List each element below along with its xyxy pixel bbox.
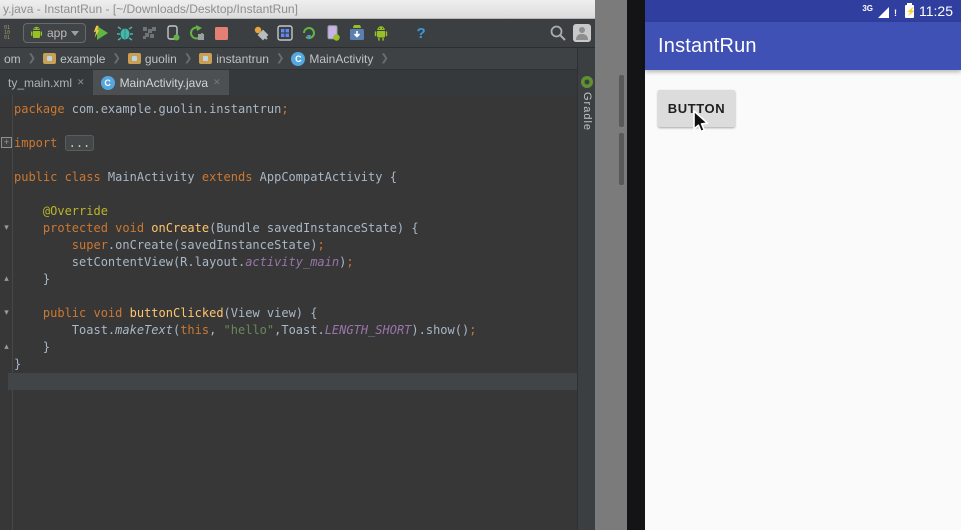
code-line: import ...	[14, 135, 575, 152]
attach-debugger-icon[interactable]	[164, 24, 182, 42]
code-area: package com.example.guolin.instantrun; im…	[8, 101, 589, 390]
fold-marker-icon[interactable]: ▴	[1, 273, 12, 284]
mouse-cursor-icon	[692, 110, 710, 134]
network-type-label: 3G	[862, 3, 873, 13]
project-structure-icon[interactable]	[252, 24, 270, 42]
code-line: package com.example.guolin.instantrun;	[14, 102, 289, 116]
gradle-icon	[581, 76, 593, 88]
sdk-manager-icon[interactable]	[348, 24, 366, 42]
class-icon: C	[100, 75, 115, 90]
code-line: protected void onCreate(Bundle savedInst…	[42, 221, 419, 235]
code-line: @Override	[42, 204, 108, 218]
emulator-bezel	[627, 0, 645, 530]
screen: y.java - InstantRun - [~/Downloads/Deskt…	[0, 0, 961, 530]
app-title: InstantRun	[658, 34, 757, 57]
run-with-coverage-icon[interactable]	[140, 24, 158, 42]
breadcrumb-item-instantrun[interactable]: instantrun	[197, 52, 271, 66]
breadcrumb-separator: ❯	[275, 53, 285, 64]
close-icon[interactable]: ✕	[213, 77, 221, 88]
status-bar-clock: 11:25	[919, 3, 953, 19]
code-line: Toast.makeText(this, "hello",Toast.LENGT…	[14, 323, 477, 337]
battery-icon: ⚡	[905, 2, 916, 18]
user-avatar-icon[interactable]	[573, 24, 591, 42]
gradle-tool-window-button[interactable]: Gradle	[578, 76, 596, 131]
window-title: y.java - InstantRun - [~/Downloads/Deskt…	[3, 2, 298, 16]
app-action-bar: InstantRun	[645, 22, 961, 70]
rerun-button[interactable]	[188, 24, 206, 42]
code-line: }	[14, 357, 22, 371]
run-configuration-select[interactable]: app	[23, 23, 87, 43]
signal-alert-icon: !	[894, 8, 897, 18]
run-button[interactable]	[92, 24, 110, 42]
android-device-monitor-icon[interactable]	[276, 24, 294, 42]
breadcrumb-item-mainactivity[interactable]: C MainActivity	[289, 51, 375, 66]
volume-up-button[interactable]	[619, 75, 624, 127]
help-icon[interactable]: ?	[412, 24, 430, 42]
tool-window-strip: Gradle	[577, 48, 595, 530]
window-titlebar: y.java - InstantRun - [~/Downloads/Deskt…	[0, 0, 595, 19]
breadcrumb-item-example[interactable]: example	[41, 52, 107, 66]
fold-marker-icon[interactable]: ▾	[1, 307, 12, 318]
package-icon	[127, 53, 141, 64]
android-emulator-screen: 3G ! ⚡ 11:25 InstantRun BUTTON	[645, 0, 961, 530]
breadcrumb-separator: ❯	[183, 53, 193, 64]
android-studio-window: y.java - InstantRun - [~/Downloads/Deskt…	[0, 0, 595, 530]
code-line	[8, 373, 589, 390]
stop-button[interactable]	[212, 24, 230, 42]
editor-gutter: + ▾ ▴ ▾ ▴	[0, 95, 13, 530]
code-line: public class MainActivity extends AppCom…	[14, 170, 397, 184]
code-line: }	[14, 272, 51, 286]
fold-marker-icon[interactable]: +	[1, 137, 12, 148]
emulator-frame-edge	[595, 0, 627, 530]
code-line: super.onCreate(savedInstanceState);	[71, 238, 325, 252]
breadcrumb-separator: ❯	[112, 53, 121, 64]
app-content: BUTTON	[645, 70, 961, 530]
search-everywhere-icon[interactable]	[549, 24, 567, 42]
code-line: }	[14, 340, 51, 354]
close-icon[interactable]: ✕	[77, 77, 85, 88]
signal-strength-icon	[878, 6, 889, 18]
debug-button[interactable]	[116, 24, 134, 42]
android-robot-icon	[31, 26, 42, 38]
package-icon	[43, 53, 57, 64]
android-monitor-icon[interactable]	[372, 24, 390, 42]
breadcrumb: om ❯ example ❯ guolin ❯ instantrun ❯ C M…	[0, 48, 595, 70]
code-line: public void buttonClicked(View view) {	[42, 306, 318, 320]
fold-marker-icon[interactable]: ▾	[1, 222, 12, 233]
sync-project-gradle-icon[interactable]	[300, 24, 318, 42]
breadcrumb-item-com[interactable]: om	[2, 52, 23, 66]
vcs-update-icon[interactable]: 01 10 01	[4, 24, 17, 42]
breadcrumb-separator: ❯	[27, 53, 37, 64]
code-editor[interactable]: + ▾ ▴ ▾ ▴ package com.example.guolin.instant…	[0, 95, 595, 530]
main-toolbar: 01 10 01 app ?	[0, 19, 595, 48]
tab-mainactivity-java[interactable]: C MainActivity.java ✕	[92, 70, 229, 95]
run-configuration-label: app	[47, 26, 68, 40]
editor-tab-bar: ty_main.xml ✕ C MainActivity.java ✕	[0, 70, 595, 95]
android-status-bar: 3G ! ⚡ 11:25	[645, 0, 961, 22]
volume-down-button[interactable]	[619, 133, 624, 185]
device-manager-icon[interactable]	[324, 24, 342, 42]
chevron-down-icon	[71, 30, 80, 36]
tab-activity-main-xml[interactable]: ty_main.xml ✕	[0, 70, 93, 95]
package-icon	[199, 53, 213, 64]
breadcrumb-separator: ❯	[380, 53, 389, 64]
breadcrumb-item-guolin[interactable]: guolin	[126, 52, 179, 66]
code-line: setContentView(R.layout.activity_main);	[14, 255, 354, 269]
class-icon: C	[291, 51, 306, 66]
fold-marker-icon[interactable]: ▴	[1, 341, 12, 352]
